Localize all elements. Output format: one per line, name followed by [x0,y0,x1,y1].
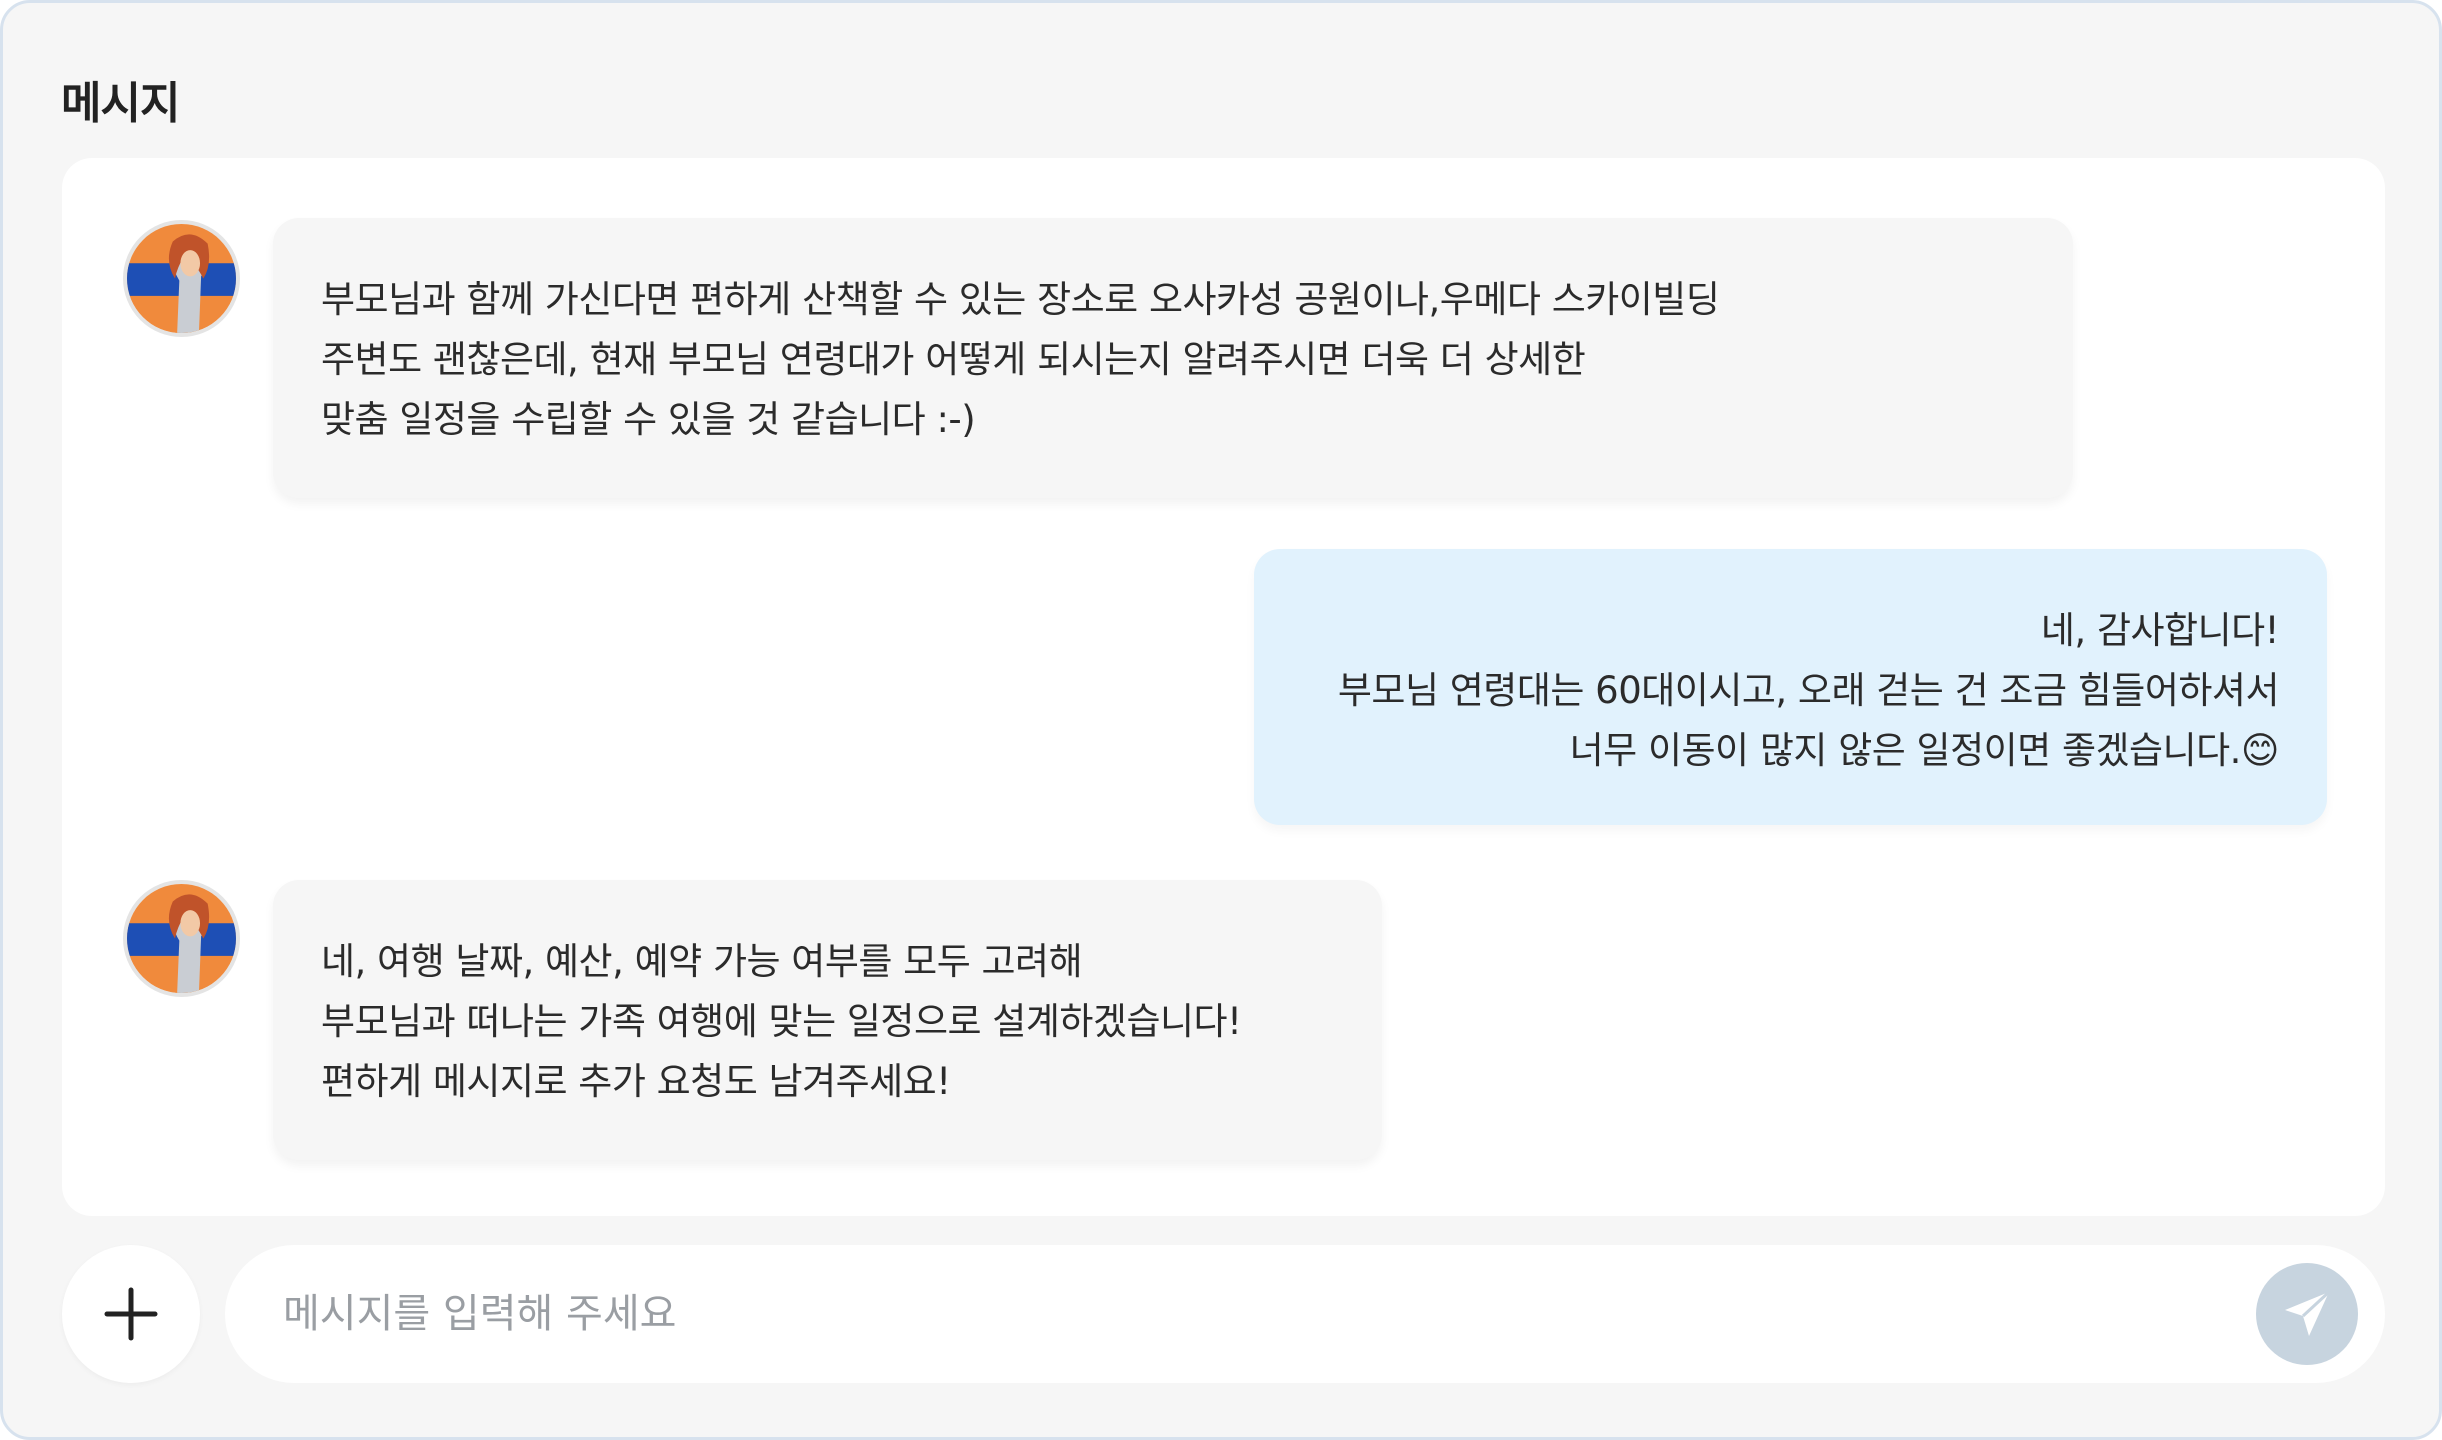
plus-icon [104,1287,158,1341]
message-composer [225,1245,2385,1383]
add-attachment-button[interactable] [62,1245,200,1383]
avatar-image [127,224,236,333]
agent-avatar [123,220,240,337]
avatar-image [127,884,236,993]
messages-window: 메시지 부모님과 함께 가신다면 편하게 산책할 수 있는 장소로 오사카성 공… [0,0,2442,1440]
page-title: 메시지 [61,78,180,129]
send-button[interactable] [2256,1263,2358,1365]
agent-message-bubble: 네, 여행 날짜, 예산, 예약 가능 여부를 모두 고려해 부모님과 떠나는 … [273,880,1382,1160]
message-input[interactable] [283,1275,2183,1353]
agent-message-bubble: 부모님과 함께 가신다면 편하게 산책할 수 있는 장소로 오사카성 공원이나,… [273,218,2073,498]
send-icon [2285,1290,2331,1336]
agent-avatar [123,880,240,997]
message-list[interactable]: 부모님과 함께 가신다면 편하게 산책할 수 있는 장소로 오사카성 공원이나,… [62,158,2385,1216]
user-message-bubble: 네, 감사합니다! 부모님 연령대는 60대이시고, 오래 걷는 건 조금 힘들… [1254,549,2327,825]
